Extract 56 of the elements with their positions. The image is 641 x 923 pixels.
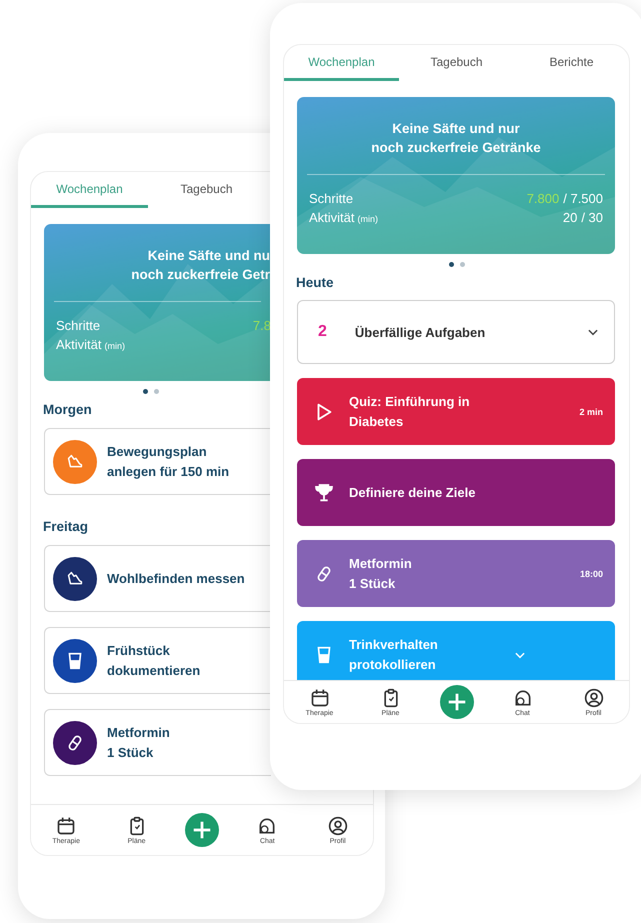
add-button[interactable] (184, 813, 219, 847)
tab[interactable]: Berichte (514, 45, 629, 81)
task-card[interactable]: Metformin 1 Stück (44, 709, 271, 776)
stat-unit: (min) (104, 341, 126, 351)
page-dot[interactable] (143, 389, 148, 394)
task-card[interactable]: Quiz: Einführung in Diabetes 2 min (297, 378, 615, 445)
chat-icon (257, 816, 278, 836)
overdue-dropdown[interactable]: 2 Überfällige Aufgaben (297, 300, 615, 364)
task-title: Trinkverhalten protokollieren (349, 636, 439, 674)
stat-unit: (min) (358, 214, 378, 224)
task-card[interactable]: Definiere deine Ziele (297, 459, 615, 526)
task-detail: 1 Stück (349, 574, 396, 592)
task-card[interactable]: Frühstück dokumentieren (44, 627, 271, 694)
calendar-icon (310, 688, 330, 708)
task-title: Frühstück dokumentieren (107, 642, 202, 680)
task-title: Definiere deine Ziele (349, 484, 476, 502)
page-dot[interactable] (154, 389, 159, 394)
stat-label: Schritte (309, 191, 354, 206)
chat-icon (512, 688, 532, 708)
card-title: noch zuckerfreie Getränke (371, 139, 541, 157)
stat-target: / 30 (581, 210, 603, 225)
task-title: Metformin (107, 724, 171, 742)
task-detail: 1 Stück (107, 744, 154, 762)
stat-target: / 7.500 (563, 191, 603, 206)
task-title: Wohlbefinden messen (107, 570, 246, 588)
card-title: noch zuckerfreie Getr (131, 266, 270, 284)
tab[interactable]: Tagebuch (399, 45, 514, 81)
task-card[interactable]: Wohlbefinden messen (44, 545, 271, 612)
stat-value: 20 (562, 210, 578, 225)
stat-label: Aktivität (309, 210, 355, 225)
overdue-label: Überfällige Aufgaben (354, 324, 486, 340)
task-time: 2 min (579, 406, 603, 416)
profile-icon (328, 816, 348, 836)
card-title: Keine Säfte und nur (392, 120, 520, 138)
page-dot[interactable] (460, 262, 464, 267)
tab[interactable]: Tagebuch (148, 172, 265, 208)
add-button[interactable] (440, 685, 474, 719)
stat-value: 7.8 (252, 318, 271, 333)
section-heading: Morgen (43, 402, 93, 417)
card-title: Keine Säfte und nu (148, 247, 270, 265)
stat-label: Aktivität (56, 337, 102, 352)
section-heading: Heute (296, 275, 335, 290)
page-dot[interactable] (448, 262, 454, 267)
stat-label: Schritte (56, 318, 100, 333)
task-time: 18:00 (580, 568, 603, 578)
stat-value: 7.800 (526, 191, 560, 206)
calendar-icon (56, 816, 76, 836)
overdue-count: 2 (318, 323, 327, 341)
trophy-icon (313, 482, 335, 504)
section-heading: Freitag (43, 519, 90, 534)
task-title: Quiz: Einführung in Diabetes (349, 392, 471, 430)
task-title: Bewegungsplan anlegen für 150 min (107, 442, 230, 481)
profile-icon (584, 688, 604, 708)
task-title: Metformin (349, 554, 413, 572)
task-card[interactable]: Bewegungsplan anlegen für 150 min (44, 428, 271, 495)
task-card[interactable]: Metformin 1 Stück 18:00 (297, 540, 615, 607)
